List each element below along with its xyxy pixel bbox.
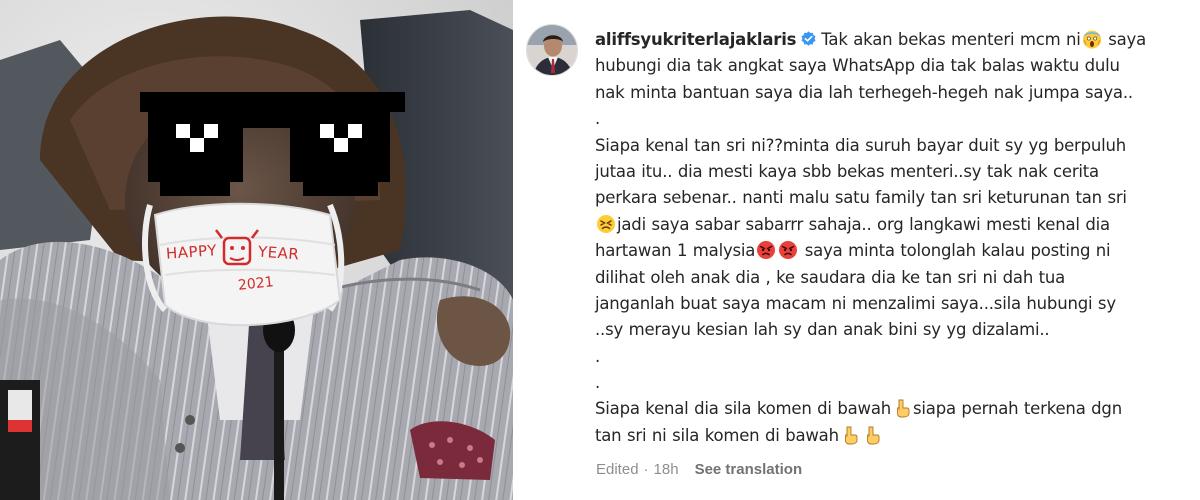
post-time[interactable]: 18h xyxy=(654,461,679,478)
pointing-down-hand-icon xyxy=(892,398,912,418)
angry-face-icon xyxy=(756,240,776,260)
caption-line-5: Siapa kenal tan sri ni??minta dia suruh … xyxy=(595,135,1127,155)
username-link[interactable]: aliffsyukriterlajaklaris xyxy=(595,30,796,49)
photo-illustration xyxy=(0,0,513,500)
caption-line-15: Siapa kenal dia sila komen di bawah siapa… xyxy=(595,396,1185,422)
pointing-down-hand-icon xyxy=(862,425,882,445)
caption-line-2: hubungi dia tak angkat saya WhatsApp dia… xyxy=(595,56,1120,76)
caption-line-13: . xyxy=(595,346,601,366)
avatar[interactable] xyxy=(526,24,578,76)
instagram-post-composite: HAPPY YEAR 2021 aliffsyukriterlajaklaris… xyxy=(0,0,1200,500)
caption-text-segment: siapa pernah terkena dgn xyxy=(913,399,1122,419)
angry-face-icon xyxy=(778,240,798,260)
caption-text-segment: Siapa kenal dia sila komen di bawah xyxy=(595,399,891,419)
mask-text-happy: HAPPY xyxy=(165,241,218,263)
caption-line-10: dilihat oleh anak dia , ke saudara dia k… xyxy=(595,267,1066,287)
edited-label: Edited xyxy=(596,461,639,478)
caption-line-3: nak minta bantuan saya dia lah terhegeh-… xyxy=(595,82,1133,102)
caption-line-7: perkara sebenar.. nanti malu satu family… xyxy=(595,188,1127,208)
caption-line-12: ..sy merayu kesian lah sy dan anak bini … xyxy=(595,320,1050,340)
face-screaming-icon xyxy=(1082,29,1102,49)
post-photo: HAPPY YEAR 2021 xyxy=(0,0,513,500)
avatar-image xyxy=(527,25,577,75)
caption-text: aliffsyukriterlajaklaris Tak akan bekas m… xyxy=(595,27,1185,449)
caption-line-14: . xyxy=(595,373,601,393)
persevering-face-icon xyxy=(596,214,616,234)
caption-line-16: tan sri ni sila komen di bawah xyxy=(595,423,1185,449)
face-mask xyxy=(142,202,345,327)
mask-text-year: YEAR xyxy=(257,242,300,264)
caption-text-segment: jadi saya sabar sabarrr sahaja.. org lan… xyxy=(617,214,1110,234)
verified-badge-icon xyxy=(800,29,817,46)
caption-text-segment: Tak akan bekas menteri mcm ni xyxy=(821,30,1081,49)
caption-text-segment: tan sri ni sila komen di bawah xyxy=(595,425,839,445)
caption-line-11: janganlah buat saya macam ni menzalimi s… xyxy=(595,293,1116,313)
caption-line-8: jadi saya sabar sabarrr sahaja.. org lan… xyxy=(595,212,1185,238)
pointing-down-hand-icon xyxy=(840,425,860,445)
caption-line-6: jutaa itu.. dia mesti kaya sbb bekas men… xyxy=(595,161,1099,181)
caption-text-segment: hartawan 1 malysia xyxy=(595,241,756,261)
caption-line-1: aliffsyukriterlajaklaris Tak akan bekas m… xyxy=(595,27,1185,53)
caption-line-9: hartawan 1 malysia saya minta tolonglah … xyxy=(595,238,1185,264)
caption-text-segment: saya minta tolonglah kalau posting ni xyxy=(804,241,1111,261)
post-meta: Edited · 18h See translation xyxy=(596,461,802,478)
caption-text-segment: saya xyxy=(1108,30,1147,49)
meta-separator: · xyxy=(643,461,649,478)
caption-line-4: . xyxy=(595,109,601,129)
see-translation-button[interactable]: See translation xyxy=(695,461,803,478)
